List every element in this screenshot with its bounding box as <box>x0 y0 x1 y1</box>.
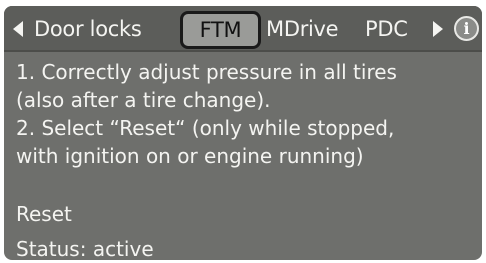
tab-ftm[interactable]: FTM <box>180 11 261 49</box>
info-icon[interactable]: i <box>454 16 479 41</box>
tab-pdc[interactable]: PDC <box>365 13 408 45</box>
tab-mdrive[interactable]: MDrive <box>266 13 339 45</box>
arrow-right-icon[interactable] <box>433 21 443 37</box>
info-glyph: i <box>463 19 470 38</box>
tab-door-locks[interactable]: Door locks <box>34 13 142 45</box>
arrow-left-icon[interactable] <box>13 21 23 37</box>
reset-menu-item[interactable]: Reset <box>16 200 72 228</box>
status-text: Status: active <box>16 237 154 260</box>
instruction-line: (also after a tire change). <box>16 88 271 112</box>
instruction-line: 2. Select “Reset“ (only while stopped, <box>16 116 395 140</box>
instructions-text: 1. Correctly adjust pressure in all tire… <box>16 58 474 170</box>
idrive-screen: Door locks FTM MDrive PDC i 1. Correctly… <box>4 6 482 260</box>
instruction-line: 1. Correctly adjust pressure in all tire… <box>16 60 397 84</box>
tab-bar: Door locks FTM MDrive PDC i <box>4 6 482 52</box>
instruction-line: with ignition on or engine running) <box>16 144 364 168</box>
